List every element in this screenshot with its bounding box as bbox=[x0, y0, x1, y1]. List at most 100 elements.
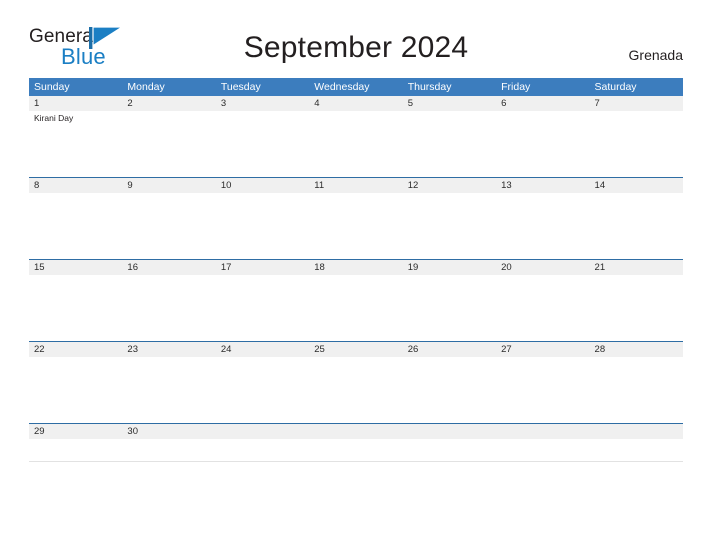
day-number[interactable]: 22 bbox=[29, 342, 122, 357]
day-cell[interactable] bbox=[216, 111, 309, 177]
day-cell[interactable] bbox=[29, 439, 122, 461]
day-number[interactable]: 27 bbox=[496, 342, 589, 357]
day-cell[interactable] bbox=[496, 193, 589, 259]
calendar-page: General Blue September 2024 Grenada Sund… bbox=[0, 0, 712, 550]
day-number[interactable]: 20 bbox=[496, 260, 589, 275]
calendar-week-row: 15 16 17 18 19 20 21 bbox=[29, 259, 683, 341]
day-number[interactable]: 1 bbox=[29, 96, 122, 111]
day-cell[interactable] bbox=[122, 357, 215, 423]
day-of-week-header-row: Sunday Monday Tuesday Wednesday Thursday Frid… bbox=[29, 78, 683, 96]
day-cell[interactable] bbox=[309, 193, 402, 259]
day-number[interactable]: 17 bbox=[216, 260, 309, 275]
day-number[interactable]: 8 bbox=[29, 178, 122, 193]
calendar-week-row: 1 2 3 4 5 6 7 Kirani Day bbox=[29, 96, 683, 177]
day-of-week-header: Tuesday bbox=[220, 81, 261, 93]
week-event-strip bbox=[29, 193, 683, 259]
day-number[interactable]: 5 bbox=[403, 96, 496, 111]
calendar-week-row: 22 23 24 25 26 27 28 bbox=[29, 341, 683, 423]
day-number[interactable]: 12 bbox=[403, 178, 496, 193]
day-cell[interactable] bbox=[122, 111, 215, 177]
day-of-week-header: Wednesday bbox=[314, 81, 370, 93]
day-cell[interactable] bbox=[403, 357, 496, 423]
day-cell[interactable] bbox=[29, 357, 122, 423]
day-number[interactable]: 10 bbox=[216, 178, 309, 193]
page-header: General Blue September 2024 Grenada bbox=[0, 0, 712, 78]
country-label: Grenada bbox=[628, 47, 683, 63]
calendar-grid: Sunday Monday Tuesday Wednesday Thursday Frid… bbox=[29, 78, 683, 462]
holiday-event: Kirani Day bbox=[34, 113, 74, 123]
day-cell[interactable] bbox=[29, 275, 122, 341]
calendar-week-row: 8 9 10 11 12 13 14 bbox=[29, 177, 683, 259]
day-number[interactable]: 21 bbox=[590, 260, 683, 275]
day-cell[interactable] bbox=[590, 275, 683, 341]
day-number[interactable]: 29 bbox=[29, 424, 122, 439]
day-cell[interactable] bbox=[496, 357, 589, 423]
day-number[interactable]: 18 bbox=[309, 260, 402, 275]
day-cell[interactable] bbox=[496, 111, 589, 177]
day-number[interactable]: 19 bbox=[403, 260, 496, 275]
day-cell[interactable] bbox=[309, 357, 402, 423]
day-number[interactable]: 26 bbox=[403, 342, 496, 357]
week-date-strip: 15 16 17 18 19 20 21 bbox=[29, 260, 683, 275]
calendar-week-row: 29 30 bbox=[29, 423, 683, 462]
day-cell[interactable] bbox=[309, 439, 402, 461]
day-cell[interactable] bbox=[403, 111, 496, 177]
logo-text-blue: Blue bbox=[61, 44, 106, 69]
day-number[interactable]: 23 bbox=[122, 342, 215, 357]
day-number[interactable]: 16 bbox=[122, 260, 215, 275]
day-cell[interactable] bbox=[590, 357, 683, 423]
calendar-weeks: 1 2 3 4 5 6 7 Kirani Day 8 9 10 11 12 13 14 15 16 17 18 19 2… bbox=[29, 96, 683, 462]
week-event-strip bbox=[29, 439, 683, 462]
week-date-strip: 1234567 bbox=[29, 96, 683, 111]
day-cell[interactable] bbox=[29, 193, 122, 259]
week-event-strip bbox=[29, 357, 683, 423]
day-number[interactable]: 4 bbox=[309, 96, 402, 111]
week-event-strip: Kirani Day bbox=[29, 111, 683, 177]
day-cell[interactable] bbox=[590, 111, 683, 177]
day-cell[interactable] bbox=[403, 275, 496, 341]
week-date-strip: 29 30 bbox=[29, 424, 683, 439]
day-number[interactable]: 24 bbox=[216, 342, 309, 357]
day-number[interactable]: 3 bbox=[216, 96, 309, 111]
week-date-strip: 22 23 24 25 26 27 28 bbox=[29, 342, 683, 357]
day-cell[interactable] bbox=[122, 193, 215, 259]
day-cell[interactable] bbox=[216, 439, 309, 461]
day-number[interactable]: 15 bbox=[29, 260, 122, 275]
day-of-week-header: Saturday bbox=[594, 81, 637, 93]
day-number[interactable]: 9 bbox=[122, 178, 215, 193]
day-cell[interactable]: Kirani Day bbox=[29, 111, 122, 177]
week-event-strip bbox=[29, 275, 683, 341]
day-cell[interactable] bbox=[590, 193, 683, 259]
day-of-week-header: Friday bbox=[501, 81, 531, 93]
week-date-strip: 8 9 10 11 12 13 14 bbox=[29, 178, 683, 193]
day-cell[interactable] bbox=[403, 439, 496, 461]
day-number[interactable]: 11 bbox=[309, 178, 402, 193]
day-cell[interactable] bbox=[496, 439, 589, 461]
day-cell[interactable] bbox=[590, 439, 683, 461]
day-of-week-header: Thursday bbox=[407, 81, 452, 93]
day-number[interactable]: 30 bbox=[122, 424, 215, 439]
page-title: September 2024 bbox=[243, 31, 469, 64]
empty-day-number bbox=[216, 424, 309, 439]
day-cell[interactable] bbox=[403, 193, 496, 259]
empty-day-number bbox=[403, 424, 496, 439]
day-number[interactable]: 13 bbox=[496, 178, 589, 193]
day-number[interactable]: 25 bbox=[309, 342, 402, 357]
day-of-week-header: Monday bbox=[127, 81, 165, 93]
day-cell[interactable] bbox=[216, 357, 309, 423]
day-cell[interactable] bbox=[122, 275, 215, 341]
day-of-week-header: Sunday bbox=[34, 81, 70, 93]
day-cell[interactable] bbox=[309, 111, 402, 177]
day-number[interactable]: 6 bbox=[496, 96, 589, 111]
day-number[interactable]: 14 bbox=[590, 178, 683, 193]
day-cell[interactable] bbox=[309, 275, 402, 341]
day-cell[interactable] bbox=[122, 439, 215, 461]
day-cell[interactable] bbox=[216, 193, 309, 259]
day-number[interactable]: 2 bbox=[122, 96, 215, 111]
general-blue-logo[interactable]: General Blue bbox=[29, 26, 159, 72]
day-cell[interactable] bbox=[216, 275, 309, 341]
empty-day-number bbox=[590, 424, 683, 439]
day-number[interactable]: 7 bbox=[590, 96, 683, 111]
day-number[interactable]: 28 bbox=[590, 342, 683, 357]
day-cell[interactable] bbox=[496, 275, 589, 341]
